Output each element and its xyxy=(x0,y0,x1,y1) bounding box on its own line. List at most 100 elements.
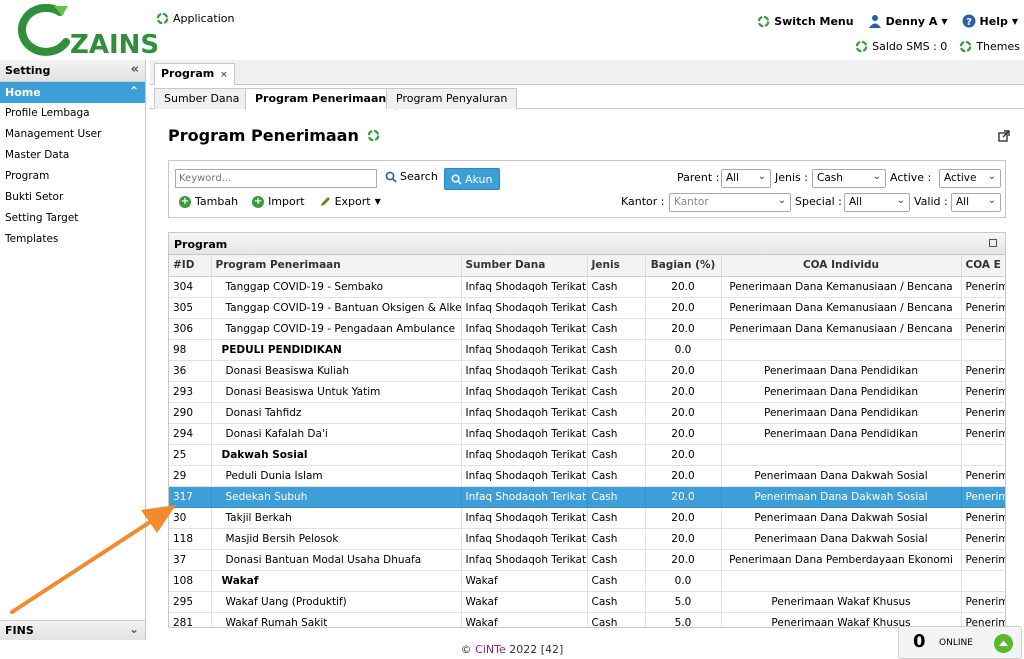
table-row[interactable]: 290 Donasi Tahfidz Infaq Shodaqoh Terikat C… xyxy=(169,402,1005,424)
table-row[interactable]: 36 Donasi Beasiswa Kuliah Infaq Shodaqoh T… xyxy=(169,360,1005,382)
search-button[interactable]: Search xyxy=(385,170,438,183)
column-header-sumber-dana[interactable]: Sumber Dana xyxy=(461,255,588,277)
sidebar-item-master-data[interactable]: Master Data xyxy=(0,145,145,166)
cell-coa-individu: Penerimaan Dana Kemanusiaan / Bencana xyxy=(721,276,962,298)
online-widget[interactable]: 0 ONLINE xyxy=(898,626,1022,659)
keyword-input[interactable] xyxy=(175,169,377,188)
application-menu[interactable]: Application xyxy=(156,12,234,25)
cell-program: Takjil Berkah xyxy=(211,507,462,529)
cell-coa-e: Penerim xyxy=(961,402,1005,424)
table-row[interactable]: 295 Wakaf Uang (Produktif) Wakaf Cash 5.0 Pen… xyxy=(169,591,1005,613)
export-button[interactable]: Export ▼ xyxy=(319,195,381,208)
sidebar-item-label: Program xyxy=(5,170,50,182)
cell-program: Tanggap COVID-19 - Pengadaan Ambulance xyxy=(211,318,462,340)
sidebar-header[interactable]: Setting « xyxy=(0,60,145,82)
cell-bagian: 20.0 xyxy=(645,381,722,403)
tab-program-penerimaan[interactable]: Program Penerimaan xyxy=(245,88,397,110)
sidebar-item-setting-target[interactable]: Setting Target xyxy=(0,208,145,229)
themes-label: Themes xyxy=(976,40,1020,53)
column-header-bagian[interactable]: Bagian (%) xyxy=(645,255,722,277)
sidebar-item-program[interactable]: Program xyxy=(0,166,145,187)
table-row[interactable]: 305 Tanggap COVID-19 - Bantuan Oksigen & … xyxy=(169,297,1005,319)
chevron-double-down-icon[interactable]: ⌄ xyxy=(129,622,139,636)
sidebar-item-management-user[interactable]: Management User xyxy=(0,124,145,145)
table-row[interactable]: 293 Donasi Beasiswa Untuk Yatim Infaq Shod… xyxy=(169,381,1005,403)
column-header-program[interactable]: Program Penerimaan xyxy=(211,255,462,277)
chevron-up-icon[interactable] xyxy=(994,634,1013,653)
search-label: Search xyxy=(400,170,438,183)
help-icon: ? xyxy=(962,14,976,28)
column-header-coa-e[interactable]: COA E xyxy=(961,255,1005,277)
table-row[interactable]: 306 Tanggap COVID-19 - Pengadaan Ambulanc… xyxy=(169,318,1005,340)
table-row[interactable]: 317 Sedekah Subuh Infaq Shodaqoh Terikat Ca… xyxy=(169,486,1005,508)
sidebar-item-label: Templates xyxy=(5,233,59,245)
tambah-button[interactable]: + Tambah xyxy=(179,195,238,208)
column-header-jenis[interactable]: Jenis xyxy=(587,255,646,277)
tab-program-penyaluran[interactable]: Program Penyaluran xyxy=(386,88,518,109)
active-value: Active xyxy=(944,172,977,184)
cell-program: Donasi Beasiswa Untuk Yatim xyxy=(211,381,462,403)
cell-sumber-dana: Infaq Shodaqoh Terikat xyxy=(461,528,588,550)
table-row[interactable]: 108 Wakaf Wakaf Cash 0.0 xyxy=(169,570,1005,592)
grid-header: Program xyxy=(169,233,1005,255)
export-label: Export xyxy=(334,195,371,208)
page-title: Program Penerimaan xyxy=(168,126,380,145)
sidebar-item-profile-lembaga[interactable]: Profile Lembaga xyxy=(0,103,145,124)
table-row[interactable]: 118 Masjid Bersih Pelosok Infaq Shodaqoh T… xyxy=(169,528,1005,550)
special-select[interactable]: All ⌄ xyxy=(844,193,910,212)
saldo-sms[interactable]: Saldo SMS : 0 xyxy=(855,40,947,53)
valid-select[interactable]: All ⌄ xyxy=(951,193,1001,212)
table-row[interactable]: 29 Peduli Dunia Islam Infaq Shodaqoh Terik… xyxy=(169,465,1005,487)
table-row[interactable]: 25 Dakwah Sosial Infaq Shodaqoh Terikat Cas… xyxy=(169,444,1005,466)
tab-sumber-dana[interactable]: Sumber Dana xyxy=(154,88,250,109)
cell-coa-e: Penerim xyxy=(961,276,1005,298)
table-row[interactable]: 98 PEDULI PENDIDIKAN Infaq Shodaqoh Terika… xyxy=(169,339,1005,361)
footer-brand: CiNTe xyxy=(475,643,506,656)
cell-bagian: 20.0 xyxy=(645,423,722,445)
parent-select[interactable]: All ⌄ xyxy=(721,169,771,188)
active-select[interactable]: Active ⌄ xyxy=(939,169,1001,188)
jenis-value: Cash xyxy=(817,172,843,184)
switch-menu-button[interactable]: Switch Menu xyxy=(757,15,854,28)
table-row[interactable]: 30 Takjil Berkah Infaq Shodaqoh Terikat Cas… xyxy=(169,507,1005,529)
user-menu[interactable]: Denny A ▼ xyxy=(868,14,948,28)
sidebar-item-home[interactable]: Home ⌃ xyxy=(0,82,145,103)
tab-program[interactable]: Program × xyxy=(154,63,235,85)
table-row[interactable]: 281 Wakaf Rumah Sakit Wakaf Cash 5.0 Penerima… xyxy=(169,612,1005,627)
jenis-label: Jenis : xyxy=(775,171,808,184)
application-label: Application xyxy=(173,12,235,25)
cell-jenis: Cash xyxy=(587,318,646,340)
chevron-down-icon: ▼ xyxy=(374,197,381,206)
help-menu[interactable]: ? Help ▼ xyxy=(962,14,1018,28)
close-icon[interactable]: × xyxy=(220,70,228,80)
sidebar-item-label: Master Data xyxy=(5,149,70,161)
cell-coa-e: Penerim xyxy=(961,486,1005,508)
chevron-down-icon: ⌄ xyxy=(987,171,996,182)
table-row[interactable]: 37 Donasi Bantuan Modal Usaha Dhuafa Infaq… xyxy=(169,549,1005,571)
cell-jenis: Cash xyxy=(587,528,646,550)
cell-coa-individu: Penerimaan Dana Pendidikan xyxy=(721,360,962,382)
collapse-left-icon[interactable]: « xyxy=(131,62,139,77)
external-link-icon[interactable] xyxy=(998,130,1010,142)
sidebar-item-templates[interactable]: Templates xyxy=(0,229,145,250)
column-header-id[interactable]: #ID xyxy=(169,255,212,277)
chevron-double-up-icon[interactable]: ⌃ xyxy=(129,84,139,98)
akun-button[interactable]: Akun xyxy=(444,168,500,190)
cell-coa-e: Penerim xyxy=(961,423,1005,445)
minimize-icon[interactable] xyxy=(989,239,997,247)
kantor-select[interactable]: Kantor ⌄ xyxy=(669,193,791,212)
table-row[interactable]: 304 Tanggap COVID-19 - Sembako Infaq Shoda… xyxy=(169,276,1005,298)
cell-bagian: 20.0 xyxy=(645,297,722,319)
themes-button[interactable]: Themes xyxy=(959,40,1020,53)
cell-jenis: Cash xyxy=(587,339,646,361)
table-row[interactable]: 294 Donasi Kafalah Da'i Infaq Shodaqoh Ter… xyxy=(169,423,1005,445)
program-table: #ID Program Penerimaan Sumber Dana Jenis… xyxy=(169,255,1005,627)
cell-bagian: 20.0 xyxy=(645,507,722,529)
sidebar-item-label: Setting Target xyxy=(5,212,79,224)
sidebar-item-bukti-setor[interactable]: Bukti Setor xyxy=(0,187,145,208)
import-button[interactable]: + Import xyxy=(252,195,305,208)
sidebar-footer-fins[interactable]: FINS ⌄ xyxy=(0,620,145,640)
jenis-select[interactable]: Cash ⌄ xyxy=(812,169,886,188)
column-header-coa-individu[interactable]: COA Individu xyxy=(721,255,962,277)
recycle-icon[interactable] xyxy=(367,129,380,142)
